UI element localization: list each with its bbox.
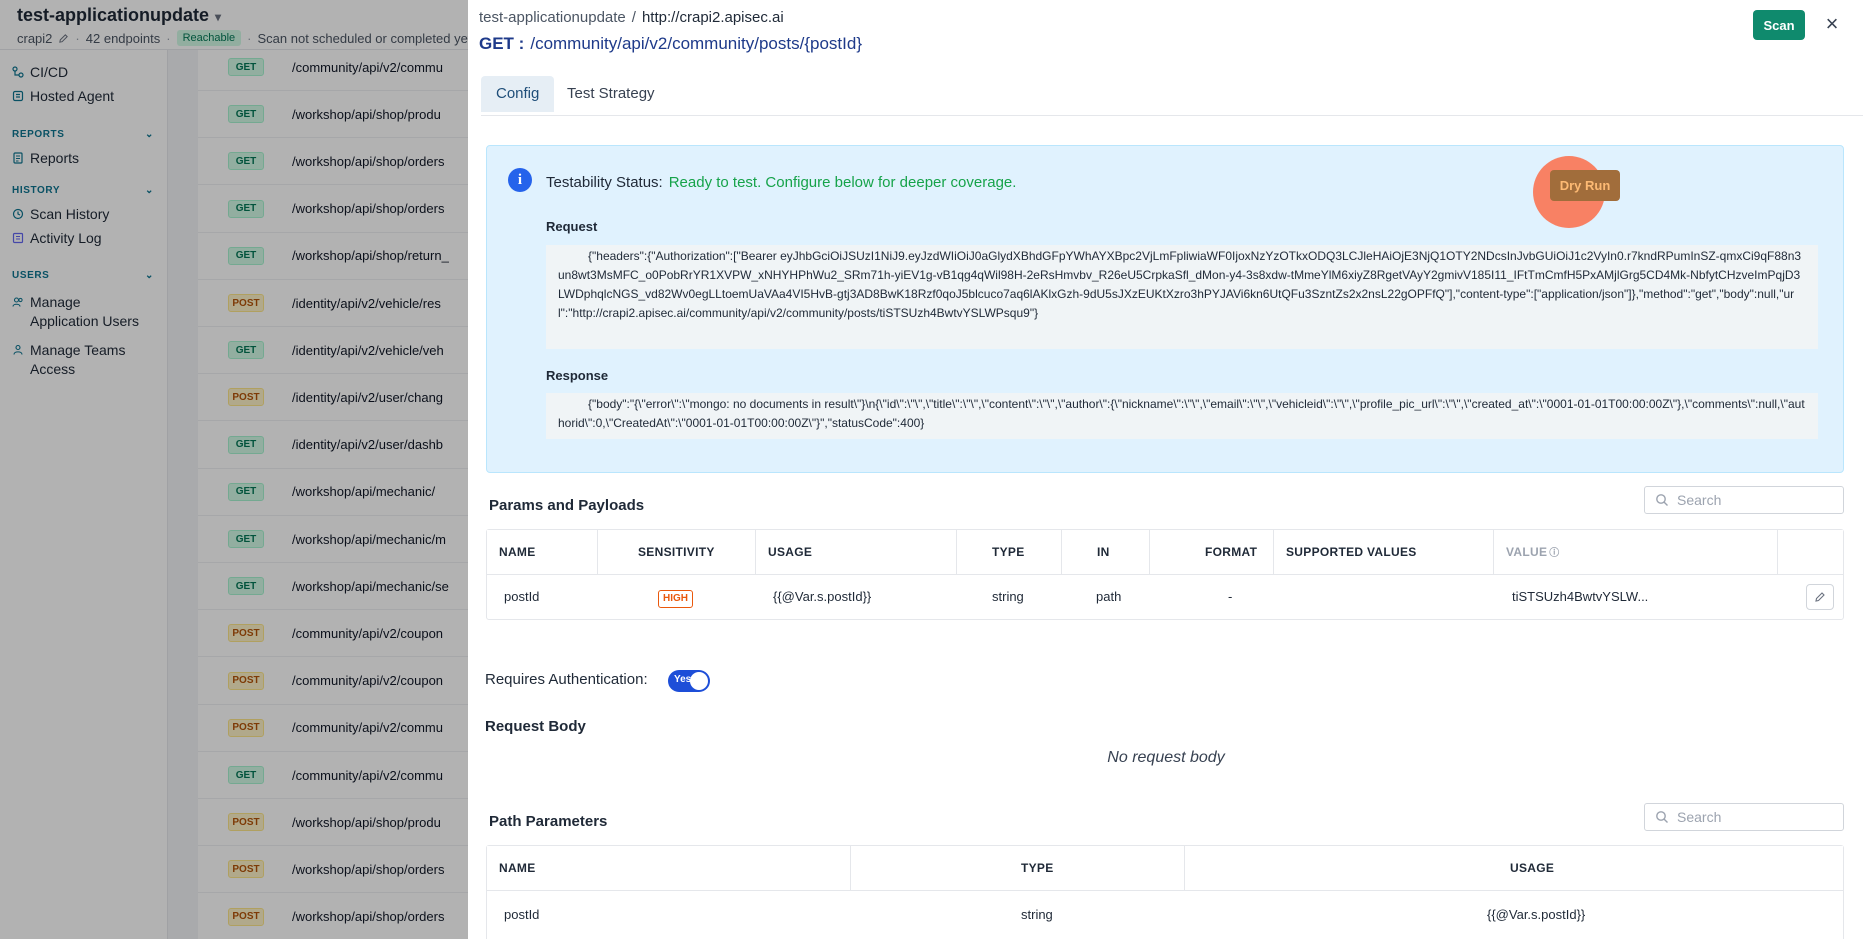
- sensitivity-badge: HIGH: [658, 590, 693, 608]
- col-divider: [1777, 530, 1778, 575]
- request-label: Request: [546, 219, 598, 234]
- edit-param-button[interactable]: [1806, 584, 1834, 610]
- param-name: postId: [504, 589, 540, 604]
- testability-label: Testability Status:: [546, 174, 663, 191]
- endpoint-path: /community/api/v2/community/posts/{postI…: [530, 34, 862, 53]
- col-type: TYPE: [1021, 861, 1054, 875]
- path-param-name: postId: [504, 907, 540, 922]
- col-in: IN: [1097, 545, 1110, 559]
- col-divider: [1493, 530, 1494, 575]
- testability-value: Ready to test. Configure below for deepe…: [668, 174, 1017, 191]
- path-param-usage: {{@Var.s.postId}}: [1487, 907, 1586, 922]
- testability-panel: i Testability Status: Ready to test. Conf…: [486, 145, 1844, 473]
- col-name: NAME: [499, 545, 536, 559]
- param-format: -: [1228, 589, 1233, 604]
- search-icon: [1656, 494, 1668, 506]
- path-params-title: Path Parameters: [489, 813, 608, 830]
- no-request-body: No request body: [1107, 749, 1225, 766]
- breadcrumb: test-applicationupdate / http://crapi2.api…: [479, 9, 784, 26]
- search-icon: [1656, 811, 1668, 823]
- param-in: path: [1096, 589, 1122, 604]
- auth-toggle-label: Yes: [674, 674, 692, 685]
- col-usage: USAGE: [1510, 861, 1555, 875]
- path-params-table-header: [487, 846, 1843, 891]
- path-params-table: NAME TYPE USAGE postId string {{@Var.s.p…: [486, 845, 1844, 939]
- col-divider: [1184, 846, 1185, 891]
- col-type: TYPE: [992, 545, 1025, 559]
- path-param-type: string: [1021, 907, 1053, 922]
- col-divider: [956, 530, 957, 575]
- endpoint-title: GET : /community/api/v2/community/posts/{…: [479, 34, 862, 54]
- tab-config[interactable]: Config: [481, 76, 555, 112]
- params-search-input[interactable]: [1677, 492, 1837, 508]
- col-divider: [755, 530, 756, 575]
- col-divider: [1149, 530, 1150, 575]
- col-divider: [850, 846, 851, 891]
- toggle-knob: [690, 672, 708, 690]
- params-table: NAME SENSITIVITY USAGE TYPE IN FORMAT SU…: [486, 529, 1844, 620]
- endpoint-method: GET :: [479, 34, 525, 53]
- close-icon[interactable]: ×: [1820, 12, 1844, 36]
- response-label: Response: [546, 368, 609, 383]
- param-usage: {{@Var.s.postId}}: [773, 589, 872, 604]
- path-params-search-input[interactable]: [1677, 809, 1837, 825]
- col-value-label: VALUE: [1506, 545, 1548, 559]
- col-divider: [1273, 530, 1274, 575]
- request-code-block: {"headers":{"Authorization":["Bearer eyJ…: [546, 245, 1818, 349]
- tab-test-strategy[interactable]: Test Strategy: [552, 76, 670, 112]
- breadcrumb-host: http://crapi2.apisec.ai: [641, 9, 784, 26]
- col-name: NAME: [499, 861, 536, 875]
- col-sensitivity: SENSITIVITY: [638, 545, 715, 559]
- scan-button[interactable]: Scan: [1753, 10, 1805, 40]
- endpoint-detail-drawer: test-applicationupdate / http://crapi2.api…: [468, 0, 1864, 939]
- col-usage: USAGE: [768, 545, 813, 559]
- param-sensitivity: HIGH: [658, 575, 693, 619]
- col-divider: [597, 530, 598, 575]
- breadcrumb-app[interactable]: test-applicationupdate: [479, 9, 626, 26]
- info-circle-icon[interactable]: ⓘ: [1549, 548, 1559, 559]
- info-icon: i: [508, 168, 532, 192]
- request-body-title: Request Body: [485, 718, 586, 735]
- auth-toggle[interactable]: Yes: [668, 670, 710, 692]
- col-divider: [1061, 530, 1062, 575]
- params-search[interactable]: [1644, 486, 1844, 514]
- param-type: string: [992, 589, 1024, 604]
- col-supported-values: SUPPORTED VALUES: [1286, 545, 1417, 559]
- testability-status: Testability Status: Ready to test. Config…: [546, 174, 1016, 191]
- pencil-icon: [1815, 592, 1825, 602]
- auth-label: Requires Authentication:: [485, 671, 648, 688]
- response-code-block: {"body":"{\"error\":\"mongo: no document…: [546, 393, 1818, 439]
- param-value: tiSTSUzh4BwtvYSLW...: [1512, 589, 1649, 604]
- params-title: Params and Payloads: [489, 497, 645, 514]
- dry-run-button[interactable]: Dry Run: [1550, 170, 1620, 201]
- breadcrumb-separator: /: [631, 9, 636, 26]
- col-format: FORMAT: [1205, 545, 1258, 559]
- col-value: VALUE ⓘ: [1506, 530, 1560, 575]
- path-params-search[interactable]: [1644, 803, 1844, 831]
- tab-bar: Config Test Strategy: [481, 71, 1863, 116]
